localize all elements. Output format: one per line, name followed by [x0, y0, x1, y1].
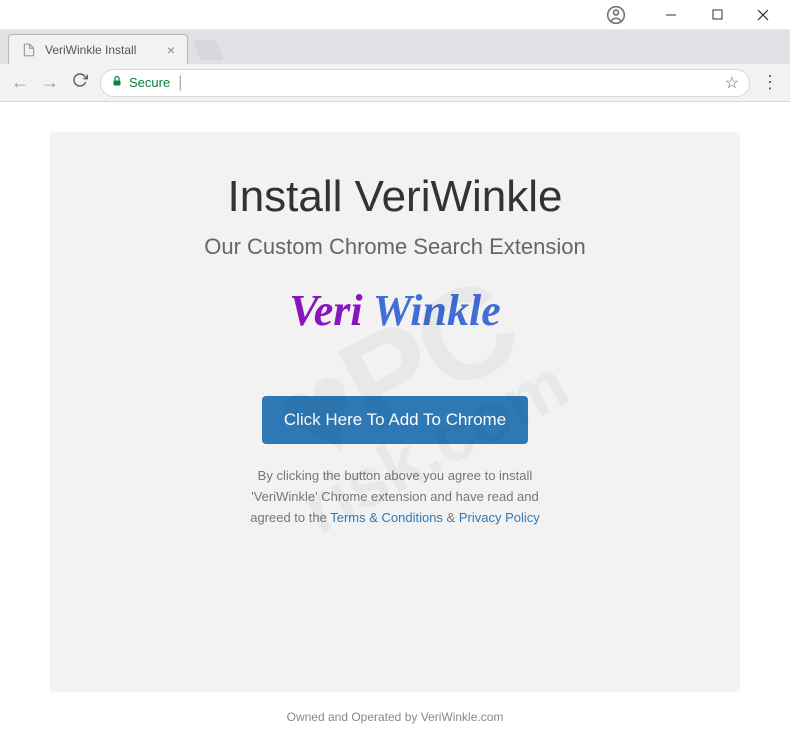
window-titlebar: [0, 0, 790, 30]
logo-part2: Winkle: [373, 286, 501, 335]
footer: Owned and Operated by VeriWinkle.com: [50, 692, 740, 724]
disclaimer-amp: &: [443, 510, 459, 525]
user-account-icon[interactable]: [604, 3, 628, 27]
disclaimer-line2: 'VeriWinkle' Chrome extension and have r…: [251, 489, 539, 504]
footer-prefix: Owned and Operated by: [287, 710, 421, 724]
maximize-button[interactable]: [694, 0, 740, 30]
reload-button[interactable]: [70, 72, 90, 93]
minimize-button[interactable]: [648, 0, 694, 30]
install-card: Install VeriWinkle Our Custom Chrome Sea…: [50, 132, 740, 692]
footer-site: VeriWinkle.com: [421, 710, 504, 724]
tab-close-icon[interactable]: ×: [167, 42, 175, 58]
back-button[interactable]: ←: [10, 72, 30, 93]
terms-link[interactable]: Terms & Conditions: [330, 510, 443, 525]
add-to-chrome-button[interactable]: Click Here To Add To Chrome: [262, 396, 528, 444]
bookmark-star-icon[interactable]: ☆: [725, 73, 739, 93]
url-divider: |: [178, 74, 182, 92]
page-title: Install VeriWinkle: [227, 172, 562, 222]
address-bar: ← → Secure | ☆ ⋮: [0, 64, 790, 102]
disclaimer-line1: By clicking the button above you agree t…: [258, 468, 533, 483]
disclaimer-line3-prefix: agreed to the: [250, 510, 330, 525]
tab-title: VeriWinkle Install: [45, 43, 159, 57]
brand-logo: Veri Winkle: [289, 285, 501, 336]
disclaimer-text: By clicking the button above you agree t…: [250, 466, 540, 528]
page-subtitle: Our Custom Chrome Search Extension: [204, 234, 586, 260]
browser-menu-icon[interactable]: ⋮: [760, 72, 780, 93]
close-button[interactable]: [740, 0, 786, 30]
lock-icon: [111, 75, 123, 90]
page-content: Install VeriWinkle Our Custom Chrome Sea…: [0, 102, 790, 744]
forward-button[interactable]: →: [40, 72, 60, 93]
browser-tab[interactable]: VeriWinkle Install ×: [8, 34, 188, 64]
page-icon: [21, 42, 37, 58]
privacy-link[interactable]: Privacy Policy: [459, 510, 540, 525]
logo-part1: Veri: [289, 286, 373, 335]
secure-label: Secure: [129, 75, 170, 90]
url-input[interactable]: Secure | ☆: [100, 69, 750, 97]
new-tab-button[interactable]: [192, 40, 223, 60]
tab-bar: VeriWinkle Install ×: [0, 30, 790, 64]
